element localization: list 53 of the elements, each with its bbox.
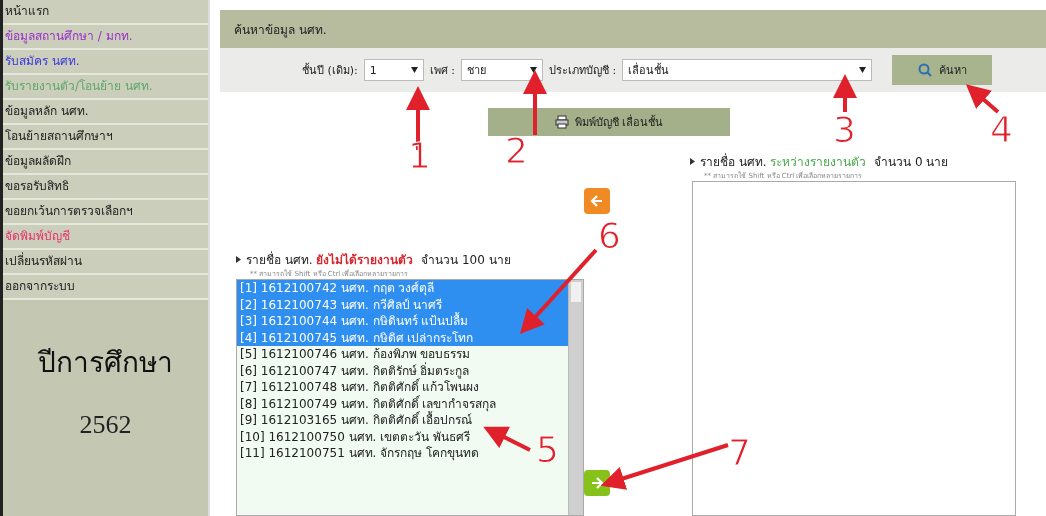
list-row[interactable]: [9] 1612103165 นศท. กิตติศักดิ์ เอื้อปกรณ์ bbox=[237, 412, 476, 429]
filter-label: ประเภทบัญชี : bbox=[549, 63, 617, 79]
caret-icon bbox=[410, 67, 418, 73]
annotation-number: 6 bbox=[598, 218, 621, 254]
dropdown-field[interactable]: 1 bbox=[363, 59, 424, 81]
filter-label: ชั้นปี (เดิม): bbox=[302, 62, 358, 79]
sidebar-item[interactable]: โอนย้ายสถานศึกษาฯ bbox=[3, 125, 208, 150]
annotation-arrow bbox=[523, 70, 547, 135]
annotation-arrow bbox=[965, 84, 1000, 114]
student-listbox[interactable] bbox=[236, 279, 584, 516]
sidebar-item[interactable]: ออกจากระบบ bbox=[3, 275, 208, 300]
sidebar-item[interactable]: ขอยกเว้นการตรวจเลือกฯ bbox=[3, 200, 208, 225]
list-row[interactable]: [10] 1612100750 นศท. เขตตะวัน พันธศรี bbox=[237, 428, 474, 445]
sidebar-item[interactable]: ขอรอรับสิทธิ bbox=[3, 175, 208, 200]
sidebar-item[interactable]: เปลี่ยนรหัสผ่าน bbox=[3, 250, 208, 275]
move-right-button[interactable] bbox=[584, 470, 610, 496]
sidebar-item[interactable]: หน้าแรก bbox=[3, 0, 208, 25]
sidebar-item[interactable]: รับสมัคร นศท. bbox=[3, 50, 208, 75]
annotation-number: 5 bbox=[536, 432, 559, 468]
scrollbar[interactable] bbox=[568, 280, 583, 515]
list-heading: รายชื่อ นศท. ระหว่างรายงานตัว จำนวน 0 นาย bbox=[700, 152, 949, 171]
search-button[interactable]: ค้นหา bbox=[892, 55, 993, 85]
sidebar-item[interactable]: ข้อมูลผลัดฝึก bbox=[3, 150, 208, 175]
printer-icon bbox=[554, 115, 569, 129]
bullet-icon bbox=[690, 157, 695, 165]
list-row[interactable]: [7] 1612100748 นศท. กิตติศักดิ์ แก้วโพนผง bbox=[237, 379, 483, 396]
annotation-arrow bbox=[833, 74, 857, 112]
move-left-button[interactable] bbox=[584, 188, 610, 214]
search-icon bbox=[917, 62, 934, 78]
sidebar-item[interactable]: ข้อมูลหลัก นศท. bbox=[3, 100, 208, 125]
dropdown-field[interactable]: เลื่อนชั้น bbox=[622, 59, 873, 81]
dropdown-field[interactable]: ชาย bbox=[461, 59, 543, 81]
bullet-icon bbox=[236, 255, 241, 263]
annotation-number: 3 bbox=[833, 112, 856, 148]
filter-label: เพศ : bbox=[429, 63, 455, 79]
annotation-number: 2 bbox=[505, 133, 528, 169]
year-value: 2562 bbox=[79, 410, 132, 440]
annotation-number: 7 bbox=[728, 435, 751, 471]
list-row[interactable]: [6] 1612100747 นศท. กิตติรักษ์ อิ่มตระกูล bbox=[237, 362, 473, 379]
list-row[interactable]: [5] 1612100746 นศท. ก้องพิภพ ขอบธรรม bbox=[237, 346, 474, 363]
left-arrow-icon bbox=[590, 194, 604, 208]
header-title: ค้นหาข้อมูล นศท. bbox=[234, 21, 327, 39]
year-label: ปีการศึกษา bbox=[38, 345, 173, 381]
caret-icon bbox=[530, 67, 537, 73]
caret-icon bbox=[859, 67, 867, 73]
list-heading: รายชื่อ นศท. ยังไม่ได้รายงานตัว จำนวน 100 นาย bbox=[246, 250, 511, 269]
sidebar-item[interactable]: ข้อมูลสถานศึกษา / มกท. bbox=[3, 25, 208, 50]
annotation-arrow bbox=[483, 426, 531, 452]
annotation-number: 4 bbox=[990, 112, 1013, 148]
print-button[interactable]: พิมพ์บัญชี เลื่อนชั้น bbox=[488, 108, 730, 136]
list-row[interactable]: [11] 1612100751 นศท. จักรกฤษ โคกขุนทด bbox=[237, 445, 483, 462]
list-row[interactable]: [8] 1612100749 นศท. กิตติศักดิ์ เลขากำจรสกุล bbox=[237, 395, 500, 412]
right-arrow-icon bbox=[590, 476, 604, 490]
